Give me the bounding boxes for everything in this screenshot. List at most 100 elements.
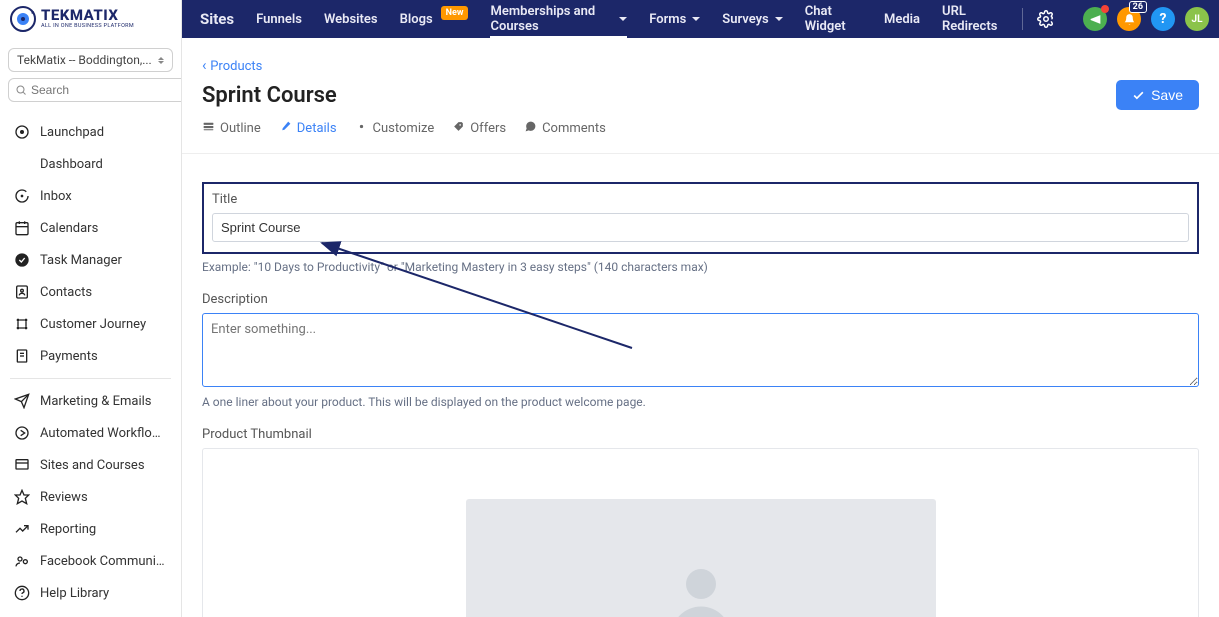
logo-icon <box>10 6 36 32</box>
sidebar-item-automated-workflows[interactable]: Automated Workflows <box>0 417 181 449</box>
title-group-highlight: Title <box>202 182 1199 254</box>
chevron-updown-icon <box>158 57 164 64</box>
sidebar-item-label: Reporting <box>40 522 96 537</box>
brand-tagline: ALL IN ONE BUSINESS PLATFORM <box>41 24 134 30</box>
sidebar-item-contacts[interactable]: Contacts <box>0 276 181 308</box>
bell-icon <box>1123 13 1136 26</box>
sidebar-item-label: Calendars <box>40 221 98 236</box>
topnav-item-chat-widget[interactable]: Chat Widget <box>805 0 862 38</box>
tab-label: Outline <box>220 121 261 136</box>
topnav-label: Websites <box>324 12 378 27</box>
tab-label: Comments <box>542 121 606 136</box>
topnav-item-surveys[interactable]: Surveys <box>722 0 782 38</box>
topnav-item-url-redirects[interactable]: URL Redirects <box>942 0 1008 38</box>
outline-icon <box>202 120 215 137</box>
tab-details[interactable]: Details <box>279 120 337 141</box>
offers-icon <box>452 120 465 137</box>
tab-offers[interactable]: Offers <box>452 120 506 141</box>
sidebar-item-help-library[interactable]: Help Library <box>0 577 181 609</box>
title-input[interactable] <box>212 213 1189 242</box>
sidebar-item-label: Marketing & Emails <box>40 394 152 409</box>
megaphone-icon <box>1089 13 1102 26</box>
settings-button[interactable] <box>1037 10 1055 28</box>
thumbnail-placeholder <box>466 499 936 617</box>
save-button[interactable]: Save <box>1116 80 1199 110</box>
tab-outline[interactable]: Outline <box>202 120 261 141</box>
topnav-label: Media <box>884 12 920 27</box>
topnav-item-funnels[interactable]: Funnels <box>256 0 302 38</box>
user-avatar[interactable]: JL <box>1185 7 1209 31</box>
inbox-icon <box>14 188 30 204</box>
topnav-item-blogs[interactable]: BlogsNew <box>400 0 469 38</box>
topnav-sites[interactable]: Sites <box>200 0 234 38</box>
details-icon <box>279 120 292 137</box>
sidebar-item-inbox[interactable]: Inbox <box>0 180 181 212</box>
main-content[interactable]: Products Sprint Course Save OutlineDetai… <box>182 38 1219 617</box>
sidebar-item-label: Reviews <box>40 490 88 505</box>
search-icon <box>15 84 27 96</box>
thumbnail-label: Product Thumbnail <box>202 427 1199 442</box>
description-input[interactable] <box>202 313 1199 387</box>
sidebar-item-label: Contacts <box>40 285 92 300</box>
sidebar-separator <box>10 378 171 379</box>
sidebar-item-label: Help Library <box>40 586 109 601</box>
reporting-icon <box>14 521 30 537</box>
announcements-button[interactable] <box>1083 7 1107 31</box>
tab-label: Customize <box>373 121 435 136</box>
sidebar-item-calendars[interactable]: Calendars <box>0 212 181 244</box>
thumbnail-uploader[interactable] <box>202 448 1199 617</box>
breadcrumb: Products <box>182 38 1219 80</box>
sidebar-item-label: Task Manager <box>40 253 122 268</box>
sidebar-item-sites-and-courses[interactable]: Sites and Courses <box>0 449 181 481</box>
title-label: Title <box>212 192 1189 207</box>
sidebar-item-label: Sites and Courses <box>40 458 145 473</box>
description-label: Description <box>202 292 1199 307</box>
sidebar-item-task-manager[interactable]: Task Manager <box>0 244 181 276</box>
save-label: Save <box>1151 87 1183 103</box>
org-name: TekMatix -- Boddington,... <box>17 53 152 67</box>
topnav-label: Forms <box>649 12 686 27</box>
contacts-icon <box>14 284 30 300</box>
help-button[interactable]: ? <box>1151 7 1175 31</box>
breadcrumb-back[interactable]: Products <box>202 59 262 74</box>
sidebar-item-dashboard[interactable]: Dashboard <box>0 148 181 180</box>
new-badge: New <box>441 6 469 20</box>
brand-name: TEKMATIX <box>41 8 134 23</box>
workflow-icon <box>14 425 30 441</box>
gear-icon <box>1037 10 1055 28</box>
task-icon <box>14 252 30 268</box>
calendars-icon <box>14 220 30 236</box>
sidebar: TEKMATIX ALL IN ONE BUSINESS PLATFORM Te… <box>0 0 182 617</box>
sidebar-item-customer-journey[interactable]: Customer Journey <box>0 308 181 340</box>
description-hint: A one liner about your product. This wil… <box>202 395 1199 409</box>
sidebar-item-reporting[interactable]: Reporting <box>0 513 181 545</box>
topnav-item-websites[interactable]: Websites <box>324 0 378 38</box>
sidebar-item-payments[interactable]: Payments <box>0 340 181 372</box>
image-placeholder-icon <box>656 554 746 617</box>
topnav-label: Funnels <box>256 12 302 27</box>
tab-comments[interactable]: Comments <box>524 120 606 141</box>
org-selector[interactable]: TekMatix -- Boddington,... <box>8 48 173 72</box>
comments-icon <box>524 120 537 137</box>
sidebar-item-launchpad[interactable]: Launchpad <box>0 116 181 148</box>
topnav-item-media[interactable]: Media <box>884 0 920 38</box>
notif-dot <box>1101 5 1109 13</box>
sidebar-item-label: Inbox <box>40 189 72 204</box>
tab-customize[interactable]: Customize <box>355 120 435 141</box>
topnav-item-memberships-and-courses[interactable]: Memberships and Courses <box>490 0 627 38</box>
tab-label: Offers <box>470 121 506 136</box>
sites-icon <box>14 457 30 473</box>
notifications-button[interactable]: 26 <box>1117 7 1141 31</box>
chevron-down-icon <box>775 17 783 21</box>
search-input[interactable] <box>31 83 178 97</box>
sidebar-item-facebook-community-g-[interactable]: Facebook Community G... <box>0 545 181 577</box>
title-hint: Example: "10 Days to Productivity" or "M… <box>202 260 1199 274</box>
sidebar-item-reviews[interactable]: Reviews <box>0 481 181 513</box>
topnav-item-forms[interactable]: Forms <box>649 0 700 38</box>
search-input-wrapper[interactable]: ctrl K <box>8 78 182 102</box>
community-icon <box>14 553 30 569</box>
sidebar-item-marketing-emails[interactable]: Marketing & Emails <box>0 385 181 417</box>
notif-count: 26 <box>1129 1 1147 13</box>
sidebar-item-label: Payments <box>40 349 98 364</box>
logo: TEKMATIX ALL IN ONE BUSINESS PLATFORM <box>0 0 181 38</box>
